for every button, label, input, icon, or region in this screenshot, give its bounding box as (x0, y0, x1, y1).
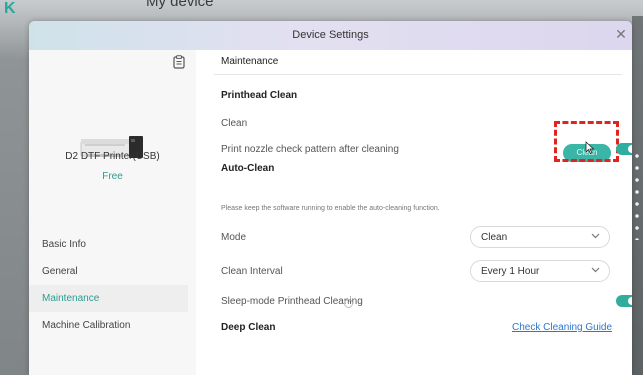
section-divider (214, 74, 622, 75)
settings-content: Maintenance Printhead Clean Clean Clean … (196, 50, 632, 375)
dialog-title: Device Settings (292, 29, 369, 41)
toggle-knob (628, 145, 632, 153)
mode-label: Mode (221, 232, 247, 243)
toggle-knob (628, 297, 632, 305)
dialog-header: Device Settings ✕ (29, 21, 632, 50)
sleep-mode-cleaning-label: Sleep-mode Printhead Cleaning (221, 296, 363, 307)
auto-clean-note: Please keep the software running to enab… (221, 205, 440, 212)
sidebar-item-machine-calibration[interactable]: Machine Calibration (29, 312, 188, 339)
printer-name: D2 DTF Printer(USB) (65, 151, 160, 162)
close-icon[interactable]: ✕ (614, 27, 628, 41)
auto-clean-heading: Auto-Clean (221, 163, 275, 174)
background-dots (633, 150, 641, 240)
nozzle-check-label: Print nozzle check pattern after cleanin… (221, 144, 399, 155)
check-cleaning-guide-link[interactable]: Check Cleaning Guide (512, 322, 612, 333)
app-logo: K (4, 0, 16, 17)
nozzle-check-toggle[interactable] (616, 143, 632, 155)
info-icon[interactable]: ? (344, 299, 353, 308)
printhead-clean-heading: Printhead Clean (221, 90, 298, 101)
section-title: Maintenance (221, 56, 279, 67)
sidebar-item-maintenance[interactable]: Maintenance (29, 285, 188, 312)
settings-sidebar: D2 DTF Printer(USB) Free Basic Info Gene… (29, 50, 196, 375)
mode-select-value: Clean (481, 232, 508, 243)
printer-status-badge: Free (102, 171, 123, 182)
sidebar-item-general[interactable]: General (29, 258, 188, 285)
app-page-title: My device (146, 0, 214, 10)
sleep-mode-cleaning-toggle[interactable] (616, 295, 632, 307)
sidebar-item-basic-info[interactable]: Basic Info (29, 231, 188, 258)
clean-interval-label: Clean Interval (221, 266, 283, 277)
chevron-down-icon (591, 233, 600, 239)
clean-interval-select-value: Every 1 Hour (481, 266, 540, 277)
chevron-down-icon (591, 267, 600, 273)
deep-clean-heading: Deep Clean (221, 322, 276, 333)
mouse-cursor-icon (585, 141, 595, 154)
device-settings-dialog: Device Settings ✕ D2 DTF Printer(USB) Fr… (29, 21, 632, 375)
clipboard-icon[interactable] (173, 55, 185, 69)
mode-select[interactable]: Clean (470, 226, 610, 248)
clean-label: Clean (221, 118, 248, 129)
clean-interval-select[interactable]: Every 1 Hour (470, 260, 610, 282)
